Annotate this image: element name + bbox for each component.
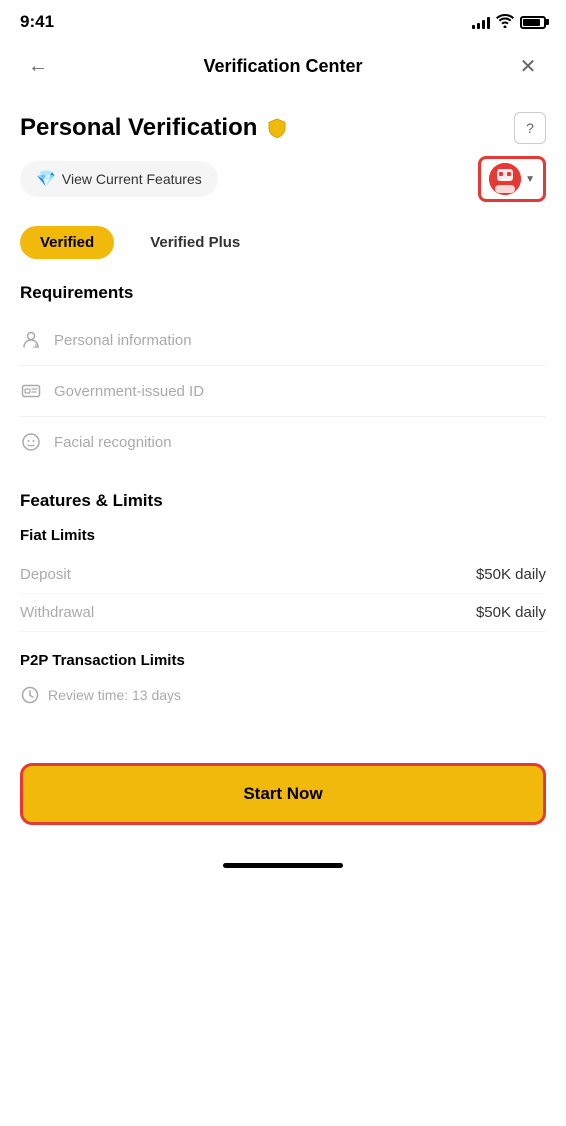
nav-header: ← Verification Center ✕: [0, 40, 566, 96]
avatar-dropdown[interactable]: ▼: [478, 156, 546, 202]
view-features-label: View Current Features: [62, 171, 202, 187]
page-title: Personal Verification: [20, 114, 257, 142]
review-time-row: Review time: 13 days: [20, 679, 546, 711]
gem-icon: 💎: [36, 169, 56, 189]
battery-icon: [520, 16, 546, 29]
requirements-heading: Requirements: [20, 283, 546, 303]
deposit-row: Deposit $50K daily: [20, 556, 546, 593]
withdrawal-value: $50K daily: [476, 604, 546, 621]
status-bar: 9:41: [0, 0, 566, 40]
bottom-section: Start Now: [0, 747, 566, 855]
tabs-row: Verified Verified Plus: [20, 226, 546, 259]
withdrawal-row: Withdrawal $50K daily: [20, 594, 546, 631]
req-gov-id: Government-issued ID: [20, 370, 546, 412]
requirements-section: Requirements Personal information: [20, 283, 546, 463]
req-gov-id-label: Government-issued ID: [54, 383, 204, 400]
clock-icon: [20, 685, 40, 705]
status-icons: [472, 14, 546, 31]
avatar: [489, 163, 521, 195]
face-icon: [20, 431, 42, 453]
wifi-icon: [496, 14, 514, 31]
main-content: Personal Verification ? 💎 View Current F…: [0, 96, 566, 747]
fiat-limits-heading: Fiat Limits: [20, 527, 546, 544]
deposit-label: Deposit: [20, 566, 71, 583]
req-personal-info: Personal information: [20, 319, 546, 361]
close-button[interactable]: ✕: [510, 48, 546, 84]
help-button[interactable]: ?: [514, 112, 546, 144]
id-card-icon: [20, 380, 42, 402]
view-features-row: 💎 View Current Features ▼: [20, 156, 546, 202]
deposit-value: $50K daily: [476, 566, 546, 583]
help-icon: ?: [526, 120, 534, 136]
req-facial: Facial recognition: [20, 421, 546, 463]
p2p-section: P2P Transaction Limits Review time: 13 d…: [20, 652, 546, 711]
features-limits-heading: Features & Limits: [20, 491, 546, 511]
p2p-heading: P2P Transaction Limits: [20, 652, 546, 669]
req-facial-label: Facial recognition: [54, 434, 172, 451]
home-bar: [223, 863, 343, 868]
tab-verified-plus[interactable]: Verified Plus: [130, 226, 260, 259]
page-title-row: Personal Verification ?: [20, 112, 546, 144]
tab-verified[interactable]: Verified: [20, 226, 114, 259]
review-time-text: Review time: 13 days: [48, 687, 181, 703]
signal-icon: [472, 15, 490, 29]
back-button[interactable]: ←: [20, 48, 56, 84]
req-personal-info-label: Personal information: [54, 332, 192, 349]
start-now-button[interactable]: Start Now: [20, 763, 546, 825]
status-time: 9:41: [20, 12, 54, 32]
view-features-button[interactable]: 💎 View Current Features: [20, 161, 218, 197]
dropdown-arrow-icon: ▼: [525, 174, 535, 185]
features-limits-section: Features & Limits Fiat Limits Deposit $5…: [20, 491, 546, 632]
home-indicator: [0, 855, 566, 872]
person-icon: [20, 329, 42, 351]
page-title-left: Personal Verification: [20, 114, 289, 142]
shield-icon: [265, 116, 289, 140]
withdrawal-label: Withdrawal: [20, 604, 94, 621]
nav-title: Verification Center: [203, 56, 362, 77]
